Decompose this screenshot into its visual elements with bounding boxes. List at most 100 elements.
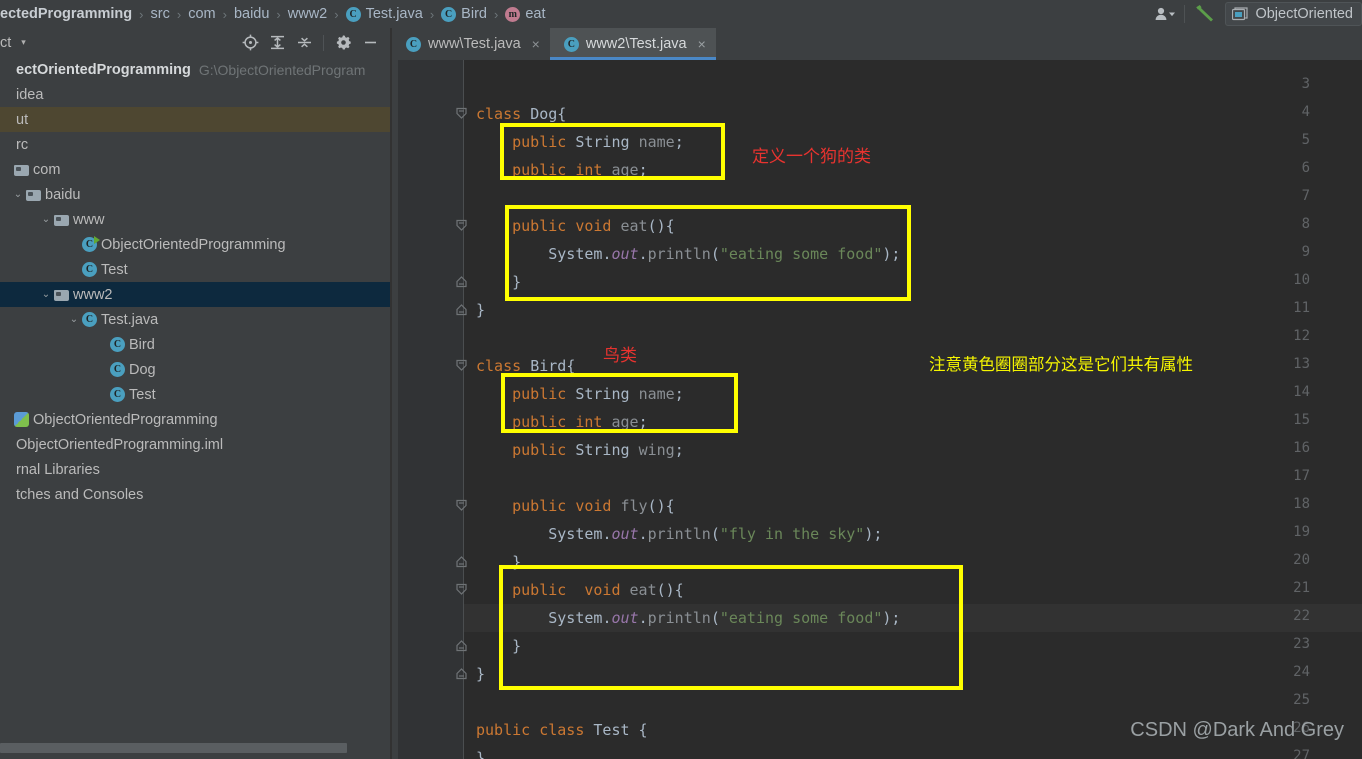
method-icon: m [505, 6, 521, 22]
expand-all-icon[interactable] [265, 31, 289, 55]
settings-gear-icon[interactable] [331, 31, 355, 55]
code-line[interactable]: } [476, 660, 485, 688]
line-number: 24 [1293, 664, 1310, 680]
anno-dog-class: 定义一个狗的类 [752, 147, 871, 167]
tree-item-objectorientedprogramming[interactable]: ObjectOrientedProgramming [0, 407, 390, 432]
hammer-icon[interactable] [1187, 0, 1221, 28]
tree-item-label: rc [16, 136, 29, 153]
editor-tab-www2-test-java[interactable]: Cwww2\Test.java × [549, 28, 716, 60]
code-line[interactable]: public void fly(){ [476, 492, 675, 520]
tree-item-label: idea [16, 86, 44, 103]
chevron-down-icon[interactable]: ⌄ [40, 214, 52, 225]
tree-item-rnal-libraries[interactable]: rnal Libraries [0, 457, 390, 482]
code-line[interactable]: public String wing; [476, 436, 684, 464]
breadcrumb-item-baidu[interactable]: baidu [234, 6, 269, 22]
tree-item-test-java[interactable]: ⌄ C Test.java [0, 307, 390, 332]
close-icon[interactable]: × [532, 36, 540, 52]
panel-action-divider [323, 34, 324, 51]
user-silhouette-icon[interactable] [1148, 0, 1182, 28]
chevron-down-icon[interactable]: ⌄ [68, 314, 80, 325]
tree-item-www2[interactable]: ⌄ www2 [0, 282, 390, 307]
breadcrumb-item-com[interactable]: com [188, 6, 215, 22]
tree-item-label: rnal Libraries [16, 461, 100, 478]
breadcrumb-label: src [150, 6, 170, 22]
breadcrumb-separator: › [176, 6, 182, 22]
fold-collapse-icon[interactable] [455, 555, 468, 568]
breadcrumb-item-ectedprogramming[interactable]: ectedProgramming [0, 6, 132, 22]
breadcrumb-separator: › [139, 6, 144, 22]
code-line[interactable]: System.out.println("fly in the sky"); [476, 520, 882, 548]
project-panel-title: ct [0, 34, 12, 51]
fold-collapse-icon[interactable] [455, 639, 468, 652]
breadcrumb-item-src[interactable]: src [151, 6, 170, 22]
tree-item-label: ObjectOrientedProgramming.iml [16, 436, 224, 453]
tree-item-www[interactable]: ⌄ www [0, 207, 390, 232]
code-line[interactable]: } [476, 744, 485, 759]
class-icon: C [110, 362, 125, 377]
collapse-all-icon[interactable] [292, 31, 316, 55]
breadcrumb-separator: › [493, 6, 499, 22]
tree-item-label: tches and Consoles [16, 486, 144, 503]
fold-expand-icon[interactable] [455, 583, 468, 596]
fold-collapse-icon[interactable] [455, 275, 468, 288]
tree-item-label: Test [129, 386, 156, 403]
breadcrumb-label: Test.java [365, 6, 423, 22]
fold-expand-icon[interactable] [455, 499, 468, 512]
run-configuration-selector[interactable]: ObjectOriented [1225, 2, 1362, 26]
class-icon: C [110, 337, 125, 352]
tree-item-idea[interactable]: idea [0, 82, 390, 107]
fold-expand-icon[interactable] [455, 359, 468, 372]
breadcrumb-label: eat [525, 6, 546, 22]
tree-item-objectorientedprogramming[interactable]: C ObjectOrientedProgramming [0, 232, 390, 257]
tree-item-bird[interactable]: C Bird [0, 332, 390, 357]
tree-item-label: www2 [73, 286, 113, 303]
tree-item-tches-and-consoles[interactable]: tches and Consoles [0, 482, 390, 507]
line-number: 9 [1301, 244, 1310, 260]
folder-icon [54, 214, 69, 226]
breadcrumb-item-eat[interactable]: m eat [505, 6, 545, 22]
code-line[interactable]: public class Test { [476, 716, 648, 744]
breadcrumb-item-bird[interactable]: C Bird [441, 6, 487, 22]
tree-item-rc[interactable]: rc [0, 132, 390, 157]
editor-tab-www-test-java[interactable]: Cwww\Test.java × [392, 28, 550, 60]
breadcrumb-label: ectedProgramming [0, 6, 133, 22]
breadcrumb-separator: › [276, 6, 281, 22]
tree-item-label: Dog [129, 361, 156, 378]
chevron-down-icon[interactable]: ▾ [21, 37, 26, 48]
toolbar-divider [1184, 5, 1186, 23]
fold-collapse-icon[interactable] [455, 667, 468, 680]
code-line[interactable]: } [476, 296, 485, 324]
tree-item-test[interactable]: C Test [0, 382, 390, 407]
runnable-class-icon: C [82, 236, 100, 252]
tree-item-objectorientedprogramming-iml[interactable]: ObjectOrientedProgramming.iml [0, 432, 390, 457]
editor-gutter[interactable] [392, 60, 464, 759]
fold-collapse-icon[interactable] [455, 303, 468, 316]
chevron-down-icon[interactable]: ⌄ [12, 189, 24, 200]
tree-item-label: ut [16, 111, 29, 128]
project-tree-hscrollbar[interactable] [0, 736, 390, 759]
close-icon[interactable]: × [698, 36, 706, 52]
tree-item-com[interactable]: com [0, 157, 390, 182]
tree-item-test[interactable]: C Test [0, 257, 390, 282]
breadcrumb-item-www2[interactable]: www2 [288, 6, 327, 22]
project-tree[interactable]: ectOrientedProgramming G:\ObjectOrientedP… [0, 57, 390, 729]
line-number: 11 [1293, 300, 1310, 316]
fold-expand-icon[interactable] [455, 107, 468, 120]
watermark: CSDN @Dark And Grey [1130, 719, 1344, 741]
tree-item-baidu[interactable]: ⌄ baidu [0, 182, 390, 207]
project-tree-hscrollbar-thumb[interactable] [0, 743, 347, 753]
folder-icon [54, 289, 69, 301]
line-number: 14 [1293, 384, 1310, 400]
tree-item-ectorientedprogramming[interactable]: ectOrientedProgramming G:\ObjectOrientedP… [0, 57, 390, 82]
tree-item-dog[interactable]: C Dog [0, 357, 390, 382]
hide-panel-icon[interactable] [358, 31, 382, 55]
tree-item-ut[interactable]: ut [0, 107, 390, 132]
breadcrumb-item-test-java[interactable]: C Test.java [345, 6, 423, 22]
line-number: 27 [1293, 748, 1310, 759]
class-icon: C [563, 36, 579, 52]
locate-icon[interactable] [238, 31, 262, 55]
chevron-down-icon[interactable]: ⌄ [40, 289, 52, 300]
fold-expand-icon[interactable] [455, 219, 468, 232]
tree-item-label: www [73, 211, 105, 228]
breadcrumb-label: baidu [233, 6, 270, 22]
